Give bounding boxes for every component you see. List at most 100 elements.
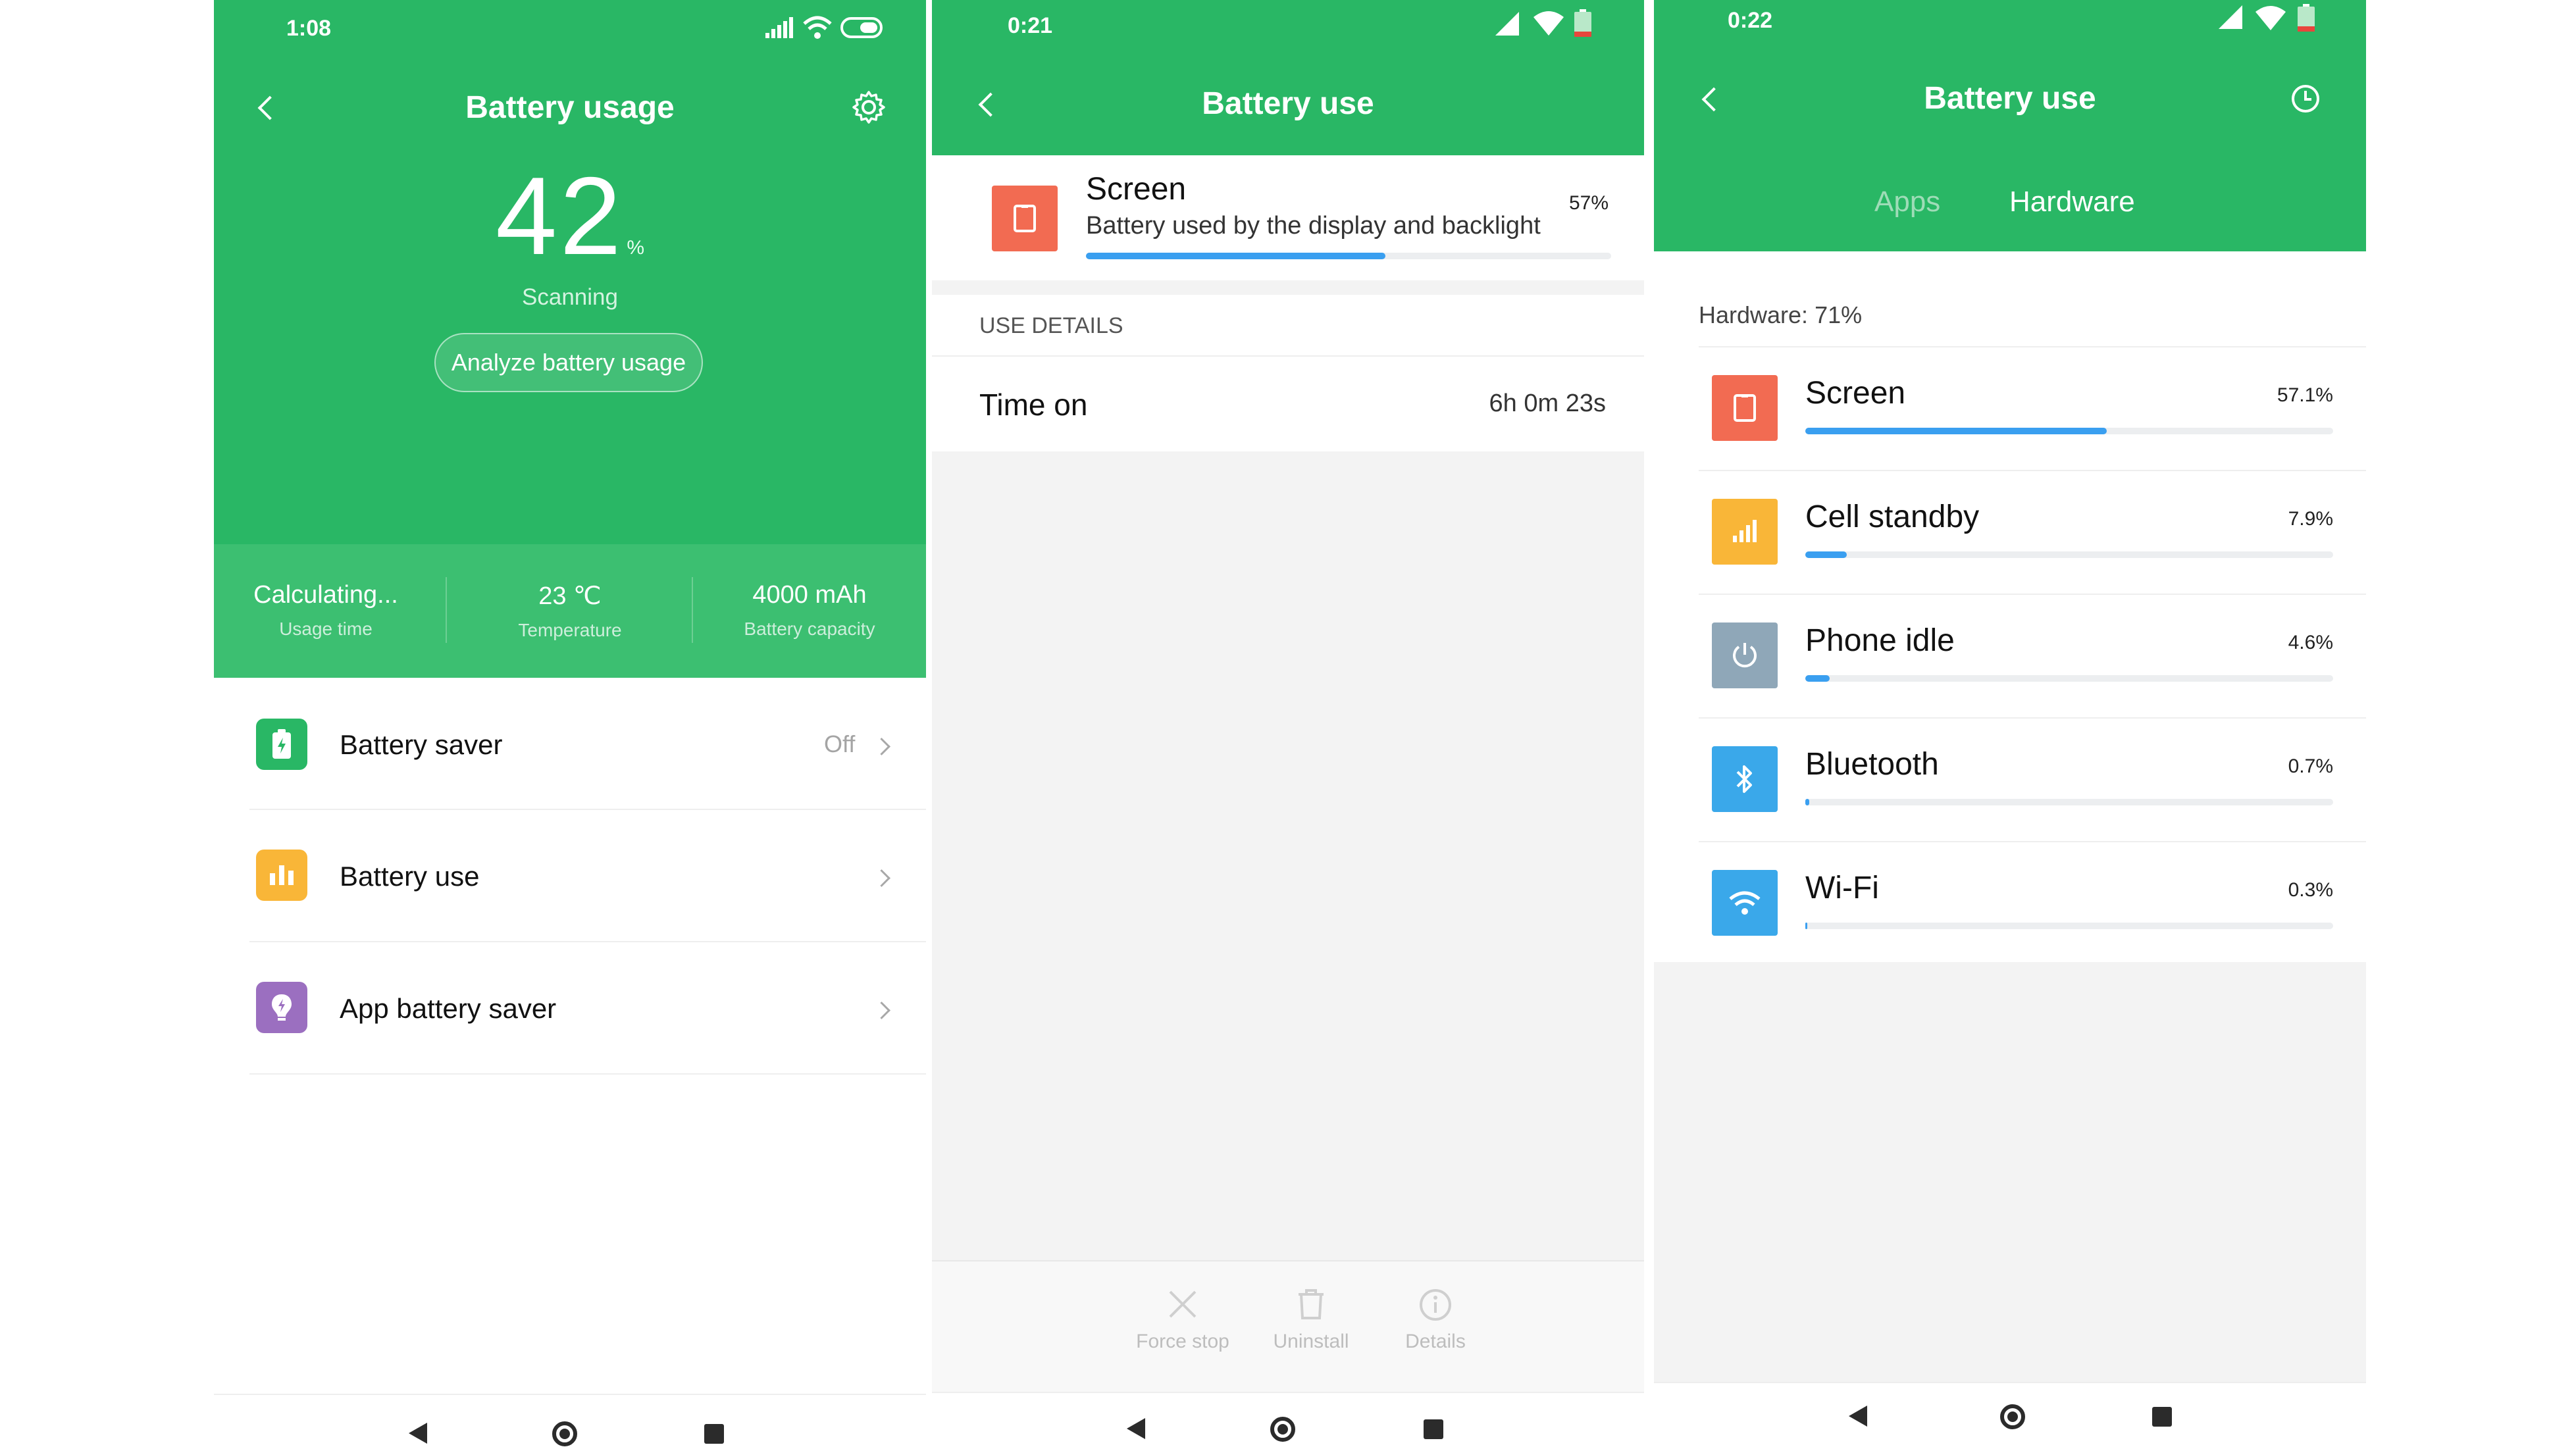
hardware-item-wifi[interactable]: Wi-Fi 0.3%: [1654, 842, 2366, 962]
screen-icon: [992, 186, 1058, 251]
hardware-item-bluetooth[interactable]: Bluetooth 0.7%: [1654, 719, 2366, 841]
stat-label: Battery capacity: [744, 619, 875, 639]
hardware-summary: Hardware: 71%: [1699, 301, 1863, 328]
row-label: App battery saver: [340, 993, 557, 1024]
battery-header: 1:08 Battery usage 42 % Scanning Analyze…: [214, 0, 926, 678]
nav-back-icon[interactable]: [1849, 1406, 1867, 1427]
percent-value: 42: [495, 154, 624, 278]
wifi-icon: [2255, 6, 2286, 30]
screen-usage-card: Screen Battery used by the display and b…: [932, 155, 1644, 280]
usage-bar: [1805, 923, 2333, 929]
stat-value: Calculating...: [253, 581, 398, 609]
row-label: Battery use: [340, 861, 480, 892]
usage-bar-fill: [1805, 551, 1847, 558]
usage-bar: [1805, 551, 2333, 558]
info-icon: [1420, 1289, 1451, 1321]
action-label: Details: [1405, 1331, 1466, 1352]
divider: [249, 1073, 926, 1075]
battery-icon: [840, 17, 883, 38]
page-title: Battery use: [1924, 81, 2096, 116]
hardware-item-cell-standby[interactable]: Cell standby 7.9%: [1654, 471, 2366, 594]
usage-bar-fill: [1805, 923, 1808, 929]
gear-icon[interactable]: [851, 89, 887, 125]
signal-icon: [2219, 5, 2242, 29]
nav-home-icon[interactable]: [552, 1421, 577, 1446]
nav-home-icon[interactable]: [2000, 1404, 2025, 1429]
item-percent: 57.1%: [2277, 384, 2333, 406]
battery-use-hardware-screen: 0:22 Battery use Apps Hardware Hardware:…: [1654, 0, 2366, 1449]
nav-recent-icon[interactable]: [1424, 1419, 1443, 1439]
item-percent: 57%: [1569, 192, 1609, 214]
item-name: Screen: [1805, 376, 1906, 411]
battery-use-detail-screen: 0:21 Battery use Screen Battery used by …: [932, 0, 1644, 1449]
navigation-bar: [932, 1392, 1644, 1449]
chevron-right-icon: [873, 869, 890, 887]
navigation-bar: [214, 1394, 926, 1449]
row-value: Off: [824, 730, 856, 757]
hardware-item-phone-idle[interactable]: Phone idle 4.6%: [1654, 595, 2366, 717]
trash-icon: [1299, 1289, 1324, 1319]
signal-icon: [765, 17, 793, 38]
nav-back-icon[interactable]: [409, 1423, 427, 1444]
tab-apps[interactable]: Apps: [1874, 186, 1940, 218]
signal-icon: [1712, 499, 1778, 565]
usage-bar: [1805, 428, 2333, 434]
app-bar: 0:21 Battery use: [932, 0, 1644, 155]
battery-percentage: 42 %: [214, 153, 926, 280]
stat-capacity: 4000 mAh Battery capacity: [693, 581, 926, 640]
chevron-right-icon: [873, 738, 890, 755]
page-title: Battery use: [1202, 86, 1374, 121]
battery-icon: [2298, 4, 2315, 32]
stat-divider: [446, 577, 447, 643]
percent-unit: %: [627, 237, 644, 259]
item-name: Phone idle: [1805, 623, 1955, 658]
status-time: 0:21: [1008, 13, 1053, 38]
details-button[interactable]: Details: [1356, 1288, 1514, 1353]
status-time: 1:08: [286, 16, 332, 41]
item-description: Battery used by the display and backligh…: [1086, 212, 1541, 240]
section-title: USE DETAILS: [979, 313, 1123, 338]
stat-usage-time: Calculating... Usage time: [214, 581, 438, 640]
analyze-battery-button[interactable]: Analyze battery usage: [434, 333, 703, 392]
usage-bar: [1805, 675, 2333, 682]
item-name: Wi-Fi: [1805, 871, 1879, 905]
hardware-list: Hardware: 71% Screen 57.1% Cell standby …: [1654, 251, 2366, 962]
stat-label: Temperature: [518, 620, 622, 640]
wifi-icon: [1712, 870, 1778, 936]
item-percent: 4.6%: [2288, 632, 2333, 653]
wifi-icon: [1533, 11, 1564, 36]
app-saver-icon: [256, 982, 307, 1033]
clock-icon[interactable]: [2290, 83, 2321, 114]
usage-bar: [1805, 799, 2333, 805]
hardware-item-screen[interactable]: Screen 57.1%: [1654, 347, 2366, 470]
stat-label: Usage time: [279, 619, 373, 639]
action-bar: Force stop Uninstall Details: [932, 1260, 1644, 1393]
item-percent: 7.9%: [2288, 508, 2333, 530]
tab-hardware[interactable]: Hardware: [2009, 186, 2135, 218]
status-time: 0:22: [1728, 8, 1773, 33]
battery-saver-icon: [256, 719, 307, 770]
nav-recent-icon[interactable]: [2152, 1407, 2172, 1427]
item-percent: 0.7%: [2288, 755, 2333, 777]
bluetooth-icon: [1712, 746, 1778, 812]
battery-icon: [1574, 9, 1591, 37]
row-battery-use[interactable]: Battery use: [214, 810, 926, 942]
item-name: Cell standby: [1805, 499, 1980, 534]
usage-bar-fill: [1805, 428, 2107, 434]
signal-icon: [1495, 12, 1519, 36]
usage-bar-fill: [1805, 799, 1809, 805]
close-icon: [1169, 1290, 1197, 1318]
stat-value: 4000 mAh: [752, 581, 867, 609]
scanning-text: Scanning: [522, 284, 618, 310]
nav-back-icon[interactable]: [1127, 1418, 1145, 1439]
row-app-battery-saver[interactable]: App battery saver: [214, 942, 926, 1074]
row-battery-saver[interactable]: Battery saver Off: [214, 678, 926, 811]
item-name: Screen: [1086, 172, 1187, 207]
usage-bar-fill: [1086, 253, 1385, 259]
nav-home-icon[interactable]: [1270, 1417, 1295, 1442]
nav-recent-icon[interactable]: [704, 1424, 724, 1444]
bar-chart-icon: [256, 850, 307, 901]
detail-value: 6h 0m 23s: [1489, 390, 1606, 417]
power-icon: [1712, 623, 1778, 688]
screen-icon: [1712, 375, 1778, 441]
